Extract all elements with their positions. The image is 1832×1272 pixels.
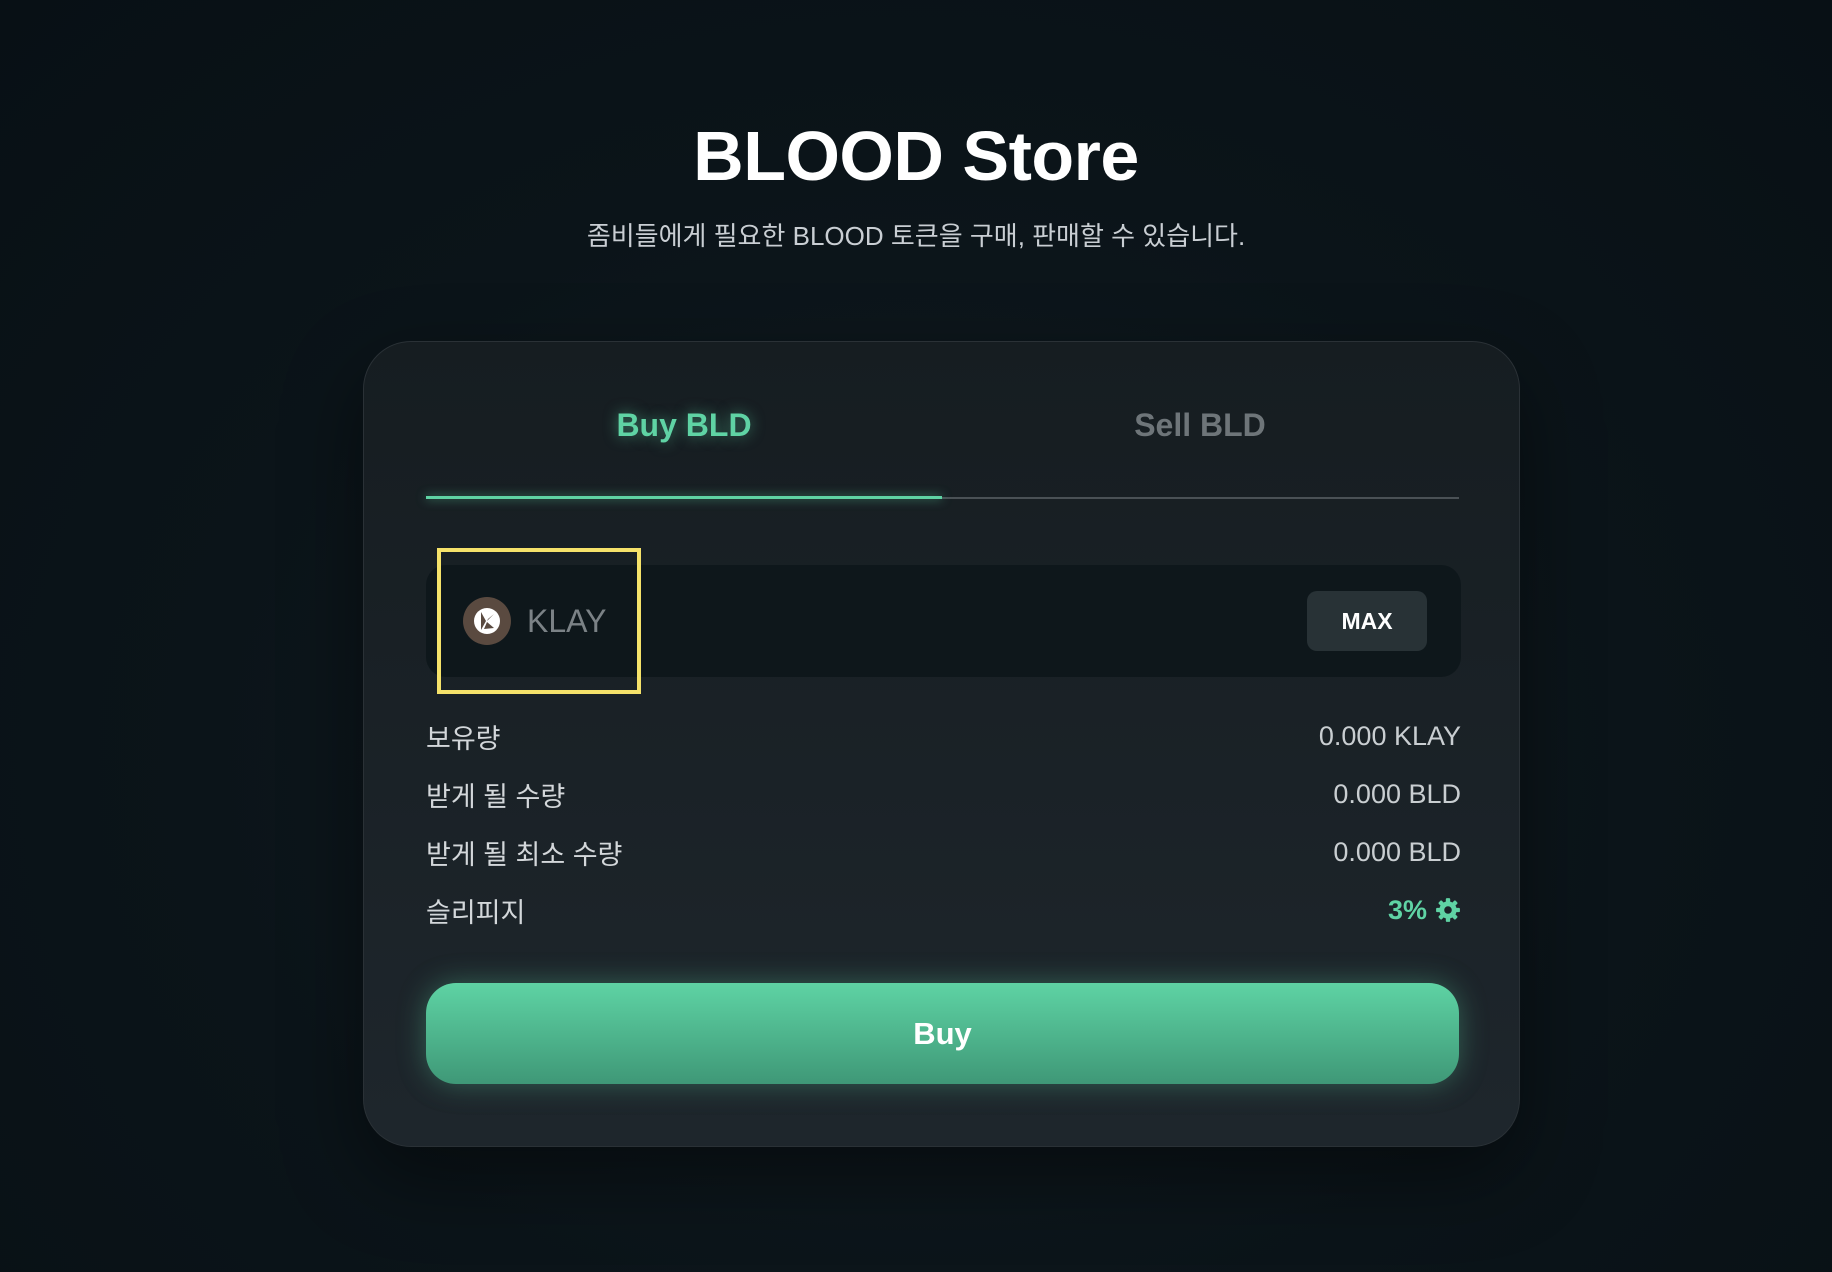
buy-button[interactable]: Buy (426, 983, 1459, 1084)
tab-bar: Buy BLD Sell BLD (426, 342, 1459, 499)
info-list: 보유량 0.000 KLAY 받게 될 수량 0.000 BLD 받게 될 최소… (426, 707, 1461, 939)
amount-input-row: KLAY MAX (426, 548, 1461, 694)
balance-label: 보유량 (426, 723, 501, 754)
slippage-value: 3% (1387, 894, 1427, 925)
page: BLOOD Store 좀비들에게 필요한 BLOOD 토큰을 구매, 판매할 … (0, 0, 1832, 1272)
active-tab-indicator (426, 496, 942, 499)
slippage-setting[interactable]: 3% (1388, 895, 1461, 926)
balance-row: 보유량 0.000 KLAY (426, 707, 1461, 765)
token-selector[interactable]: KLAY (437, 548, 641, 694)
min-receive-label: 받게 될 최소 수량 (426, 839, 623, 870)
receive-label: 받게 될 수량 (426, 781, 566, 812)
page-title: BLOOD Store (693, 117, 1139, 195)
tab-sell-bld[interactable]: Sell BLD (942, 342, 1458, 499)
balance-value: 0.000 KLAY (1318, 720, 1461, 751)
token-symbol: KLAY (527, 602, 607, 639)
klaytn-icon (463, 597, 511, 645)
store-card: Buy BLD Sell BLD KLAY MAX 보유량 0.000 KLAY… (363, 341, 1520, 1147)
receive-row: 받게 될 수량 0.000 BLD (426, 765, 1461, 823)
min-receive-value: 0.000 BLD (1333, 836, 1461, 867)
slippage-row: 슬리피지 3% (426, 881, 1461, 939)
max-button[interactable]: MAX (1307, 591, 1427, 651)
min-receive-row: 받게 될 최소 수량 0.000 BLD (426, 823, 1461, 881)
amount-input[interactable] (656, 565, 1220, 679)
slippage-label: 슬리피지 (426, 897, 526, 928)
tab-buy-bld[interactable]: Buy BLD (426, 342, 942, 499)
receive-value: 0.000 BLD (1333, 778, 1461, 809)
page-subtitle: 좀비들에게 필요한 BLOOD 토큰을 구매, 판매할 수 있습니다. (586, 221, 1246, 251)
gear-icon[interactable] (1435, 897, 1461, 923)
